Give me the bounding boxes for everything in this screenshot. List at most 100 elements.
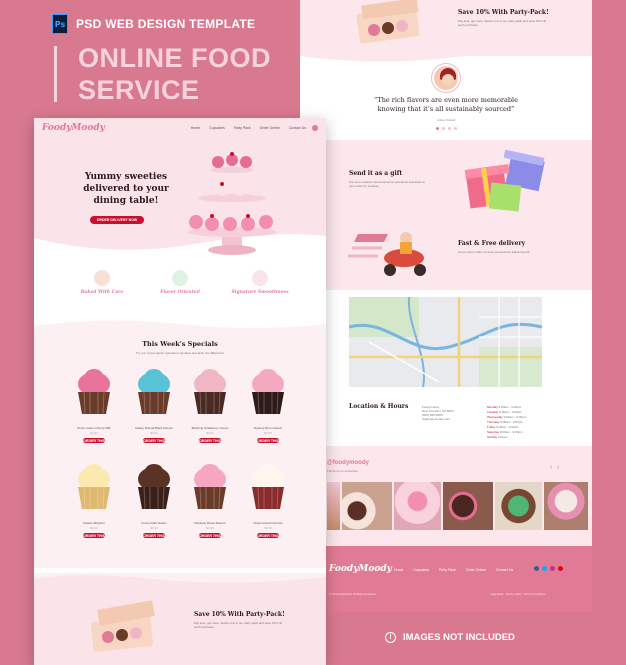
gallery-photo[interactable] [443, 482, 493, 530]
gallery-photo[interactable] [544, 482, 588, 530]
left-page-preview: FoodyMoody Home Cupcakes Party Pack Orde… [34, 118, 326, 665]
wave-divider [34, 573, 326, 583]
location-address: Foodymoody New Fountain, SA 8450 (555) 5… [422, 405, 454, 421]
party-box-image [90, 600, 155, 652]
left-promo-text: Pay less, get more. Select one of our pa… [194, 621, 282, 629]
product-price: $3.00 [206, 526, 214, 530]
left-promo-title: Save 10% With Party-Pack! [194, 611, 285, 618]
social-icons [534, 566, 563, 571]
feature-title: Flavor Oriented [160, 290, 200, 295]
order-this-button[interactable]: ORDER THIS [143, 438, 165, 443]
footer-nav-party-pack[interactable]: Party Pack [439, 568, 456, 572]
nav-order-online[interactable]: Order Online [260, 126, 280, 130]
product-name: Classic Brighton [83, 521, 105, 525]
product-price: $3.00 [206, 431, 214, 435]
product-name: Mystery Born Classic [253, 426, 283, 430]
footer-nav-home[interactable]: Home [394, 568, 403, 572]
hero-section: FoodyMoody Home Cupcakes Party Pack Orde… [34, 118, 326, 258]
location-title: Location & Hours [349, 403, 409, 410]
top-nav: FoodyMoody Home Cupcakes Party Pack Orde… [34, 118, 326, 138]
nav-contact[interactable]: Contact Us [289, 126, 306, 130]
cupcake-image [194, 464, 226, 510]
cupcake-image [138, 369, 170, 415]
order-this-button[interactable]: ORDER THIS [199, 438, 221, 443]
title-divider [54, 46, 57, 102]
cupcake-icon [252, 270, 268, 286]
cupcake-image [252, 464, 284, 510]
order-this-button[interactable]: ORDER THIS [143, 533, 165, 538]
carousel-dots[interactable] [436, 127, 457, 130]
wave-divider [34, 318, 326, 328]
email-link[interactable]: hi@foodymoody.com [422, 417, 454, 421]
gallery-photo[interactable] [394, 482, 441, 530]
nav-home[interactable]: Home [191, 126, 200, 130]
feature-title: Signature Smoothness [231, 290, 289, 295]
order-this-button[interactable]: ORDER THIS [83, 533, 105, 538]
cupcake-image [78, 369, 110, 415]
page-title: ONLINE FOOD SERVICE [78, 42, 271, 106]
gift-title: Send it as a gift [349, 170, 403, 177]
product-name: Pinky Cream Cherry Milk [77, 426, 111, 430]
feature-smoothness: Signature Smoothness [220, 270, 300, 295]
right-promo-section: Save 10% With Party-Pack! Pay less, get … [300, 0, 592, 56]
footer-nav-cupcakes[interactable]: Cupcakes [413, 568, 429, 572]
product-price: $3.00 [264, 431, 272, 435]
pinterest-icon[interactable] [558, 566, 563, 571]
site-logo[interactable]: FoodyMoody [42, 123, 105, 133]
cart-icon[interactable] [312, 125, 318, 131]
twitter-icon[interactable] [542, 566, 547, 571]
template-header: Ps PSD WEB DESIGN TEMPLATE [52, 14, 255, 34]
cupcake-image [194, 369, 226, 415]
product-card: Blushing Strawberry Cream $3.00 ORDER THIS [184, 368, 236, 443]
carousel-prev-icon[interactable]: ‹ [550, 464, 552, 471]
footer-nav-order-online[interactable]: Order Online [466, 568, 486, 572]
left-promo-section: Save 10% With Party-Pack! Pay less, get … [34, 573, 326, 665]
product-name: Cocoa Dark Dream [141, 521, 167, 525]
product-price: $3.00 [150, 431, 158, 435]
hours-row: Sunday Closed [487, 435, 508, 439]
footer-logo[interactable]: FoodyMoody [329, 564, 392, 574]
testimonial-author: Amber Dolrell [436, 118, 456, 122]
instagram-section: @foodymoody Follow us on Instagram ‹ › [300, 446, 592, 546]
nav-party-pack[interactable]: Party Pack [234, 126, 251, 130]
feature-title: Baked With Care [80, 290, 124, 295]
product-name: Galaxy Biscuit Black Flavors [135, 426, 173, 430]
delivery-title: Fast & Free delivery [458, 240, 526, 247]
product-card: Galaxy Biscuit Black Flavors $3.00 ORDER T… [128, 368, 180, 443]
title-line-1: ONLINE FOOD [78, 43, 271, 73]
instagram-handle[interactable]: @foodymoody [327, 460, 369, 466]
product-name: Rainbow Mixed Flavors [194, 521, 226, 525]
carousel-next-icon[interactable]: › [557, 464, 559, 471]
order-delivery-button[interactable]: ORDER DELIVERY NOW [90, 216, 144, 224]
facebook-icon[interactable] [534, 566, 539, 571]
product-card: Velvet Grand Cherries $3.00 ORDER THIS [242, 463, 294, 538]
template-label: PSD WEB DESIGN TEMPLATE [76, 17, 256, 31]
order-this-button[interactable]: ORDER THIS [257, 533, 279, 538]
cupcake-stand-image [188, 152, 276, 255]
location-map[interactable] [349, 297, 542, 387]
specials-subtitle: Try our most popular ingredient cupcakes… [135, 351, 225, 355]
order-this-button[interactable]: ORDER THIS [257, 438, 279, 443]
chef-icon [94, 270, 110, 286]
instagram-icon[interactable] [550, 566, 555, 571]
order-this-button[interactable]: ORDER THIS [199, 533, 221, 538]
nav-cupcakes[interactable]: Cupcakes [209, 126, 225, 130]
product-price: $3.00 [150, 526, 158, 530]
testimonial-quote: “The rich flavors are even more memorabl… [374, 96, 518, 113]
gallery-photo[interactable] [495, 482, 542, 530]
map-roads [349, 297, 542, 387]
right-footer: FoodyMoody Home Cupcakes Party Pack Orde… [300, 546, 592, 612]
cupcake-image [252, 369, 284, 415]
delivery-scooter-image [348, 232, 426, 276]
footer-nav-contact[interactable]: Contact Us [496, 568, 513, 572]
legal-links[interactable]: Legal Notice · Privacy Policy · Terms & … [490, 593, 546, 596]
services-section: Send it as a gift Any item ordered. Send… [300, 140, 592, 290]
gallery-photo[interactable] [342, 482, 392, 530]
product-name: Blushing Strawberry Cream [191, 426, 229, 430]
gallery-photo[interactable] [327, 482, 340, 530]
order-this-button[interactable]: ORDER THIS [83, 438, 105, 443]
product-card: Cocoa Dark Dream $3.00 ORDER THIS [128, 463, 180, 538]
product-card: Rainbow Mixed Flavors $3.00 ORDER THIS [184, 463, 236, 538]
party-box-image [356, 0, 420, 44]
opening-hours: Monday 9:00am - 9:00pm Tuesday 9:00am - … [487, 405, 526, 440]
